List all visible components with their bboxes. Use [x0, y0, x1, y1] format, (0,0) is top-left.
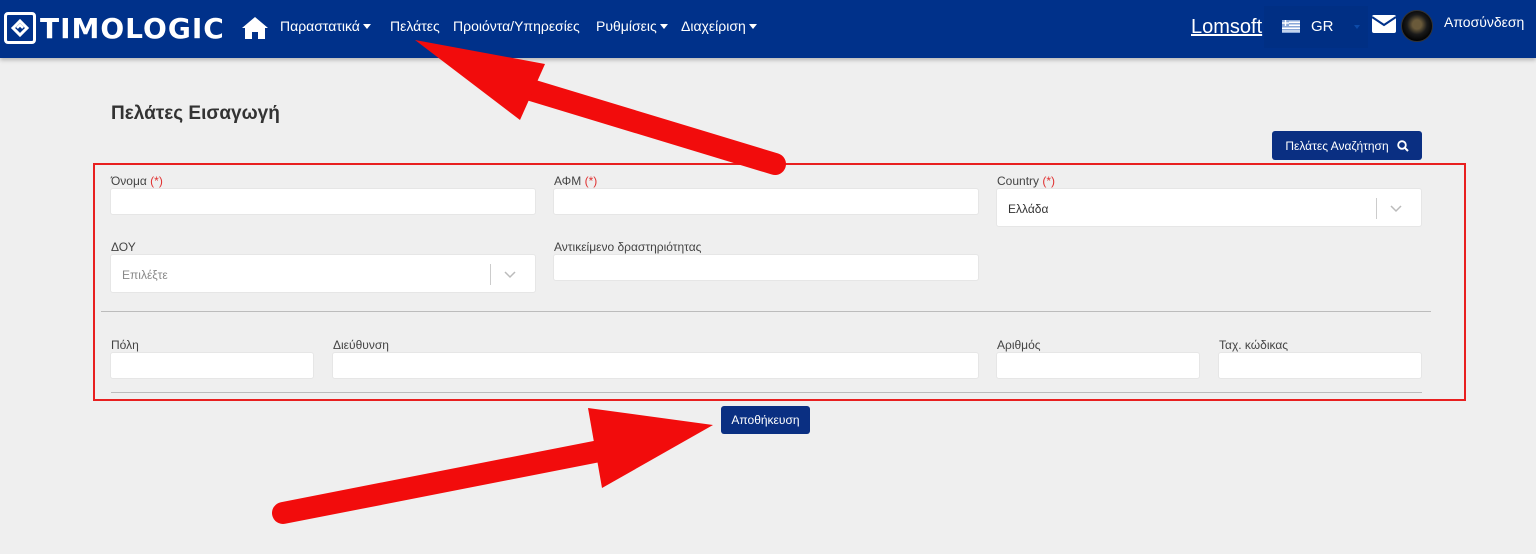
nav-pelates[interactable]: Πελάτες — [390, 18, 440, 34]
country-label: Country (*) — [997, 174, 1056, 188]
arrow-to-customers-menu — [415, 40, 786, 175]
save-button[interactable]: Αποθήκευση — [721, 406, 810, 434]
activity-label: Αντικείμενο δραστηριότητας — [554, 240, 702, 254]
customers-search-button-label: Πελάτες Αναζήτηση — [1285, 138, 1389, 153]
logout-link[interactable]: Αποσύνδεση — [1444, 14, 1524, 30]
caret-down-icon — [362, 23, 371, 29]
afm-input[interactable] — [553, 188, 979, 215]
chevron-down-icon — [504, 271, 516, 279]
nav-parastatika-label: Παραστατικά — [280, 18, 360, 34]
save-button-label: Αποθήκευση — [731, 413, 800, 427]
required-marker: (*) — [1042, 174, 1056, 188]
section-divider — [101, 311, 1431, 312]
activity-input[interactable] — [553, 254, 979, 281]
doy-label: ΔΟΥ — [111, 240, 136, 254]
address-label: Διεύθυνση — [333, 338, 389, 352]
postal-code-input[interactable] — [1218, 352, 1422, 379]
arrow-to-save-button — [272, 408, 713, 524]
caret-down-icon — [748, 23, 757, 29]
doy-placeholder: Επιλέξτε — [122, 268, 168, 282]
country-selected-value: Ελλάδα — [1008, 202, 1049, 216]
nav-rythmiseis[interactable]: Ρυθμίσεις — [596, 18, 668, 34]
brand[interactable]: TIMOLOGIC — [4, 11, 225, 45]
mail-icon[interactable] — [1371, 14, 1397, 34]
required-marker: (*) — [584, 174, 598, 188]
nav-proionta-label: Προιόντα/Υπηρεσίες — [453, 18, 580, 34]
number-label: Αριθμός — [997, 338, 1041, 352]
customers-search-button[interactable]: Πελάτες Αναζήτηση — [1272, 131, 1422, 160]
greek-flag-icon — [1282, 20, 1300, 33]
section-divider — [111, 392, 1422, 393]
brand-name: TIMOLOGIC — [40, 11, 225, 45]
city-input[interactable] — [110, 352, 314, 379]
nav-rythmiseis-label: Ρυθμίσεις — [596, 18, 657, 34]
name-label: Όνομα (*) — [111, 174, 163, 188]
user-avatar[interactable] — [1401, 10, 1433, 42]
caret-down-icon — [1354, 25, 1360, 29]
top-navbar: TIMOLOGIC Παραστατικά Πελάτες Προιόντα/Υ… — [0, 0, 1536, 58]
select-separator — [490, 264, 491, 285]
nav-pelates-label: Πελάτες — [390, 18, 440, 34]
company-link[interactable]: Lomsoft — [1191, 16, 1262, 39]
nav-proionta[interactable]: Προιόντα/Υπηρεσίες — [453, 18, 580, 34]
postal-code-label: Ταχ. κώδικας — [1219, 338, 1289, 352]
required-marker: (*) — [150, 174, 163, 188]
nav-diaxeirisi-label: Διαχείριση — [681, 18, 746, 34]
nav-parastatika[interactable]: Παραστατικά — [280, 18, 371, 34]
name-input[interactable] — [110, 188, 536, 215]
search-icon — [1396, 139, 1409, 152]
chevron-down-icon — [1390, 205, 1402, 213]
afm-label: ΑΦΜ (*) — [554, 174, 598, 188]
select-separator — [1376, 198, 1377, 219]
timologic-logo-icon — [4, 12, 36, 44]
language-selector[interactable]: GR — [1264, 6, 1368, 48]
caret-down-icon — [659, 23, 668, 29]
number-input[interactable] — [996, 352, 1200, 379]
page-title: Πελάτες Εισαγωγή — [111, 103, 280, 124]
home-icon[interactable] — [241, 15, 269, 41]
language-code: GR — [1311, 18, 1334, 35]
nav-diaxeirisi[interactable]: Διαχείριση — [681, 18, 757, 34]
country-select[interactable]: Ελλάδα — [996, 188, 1422, 227]
doy-select[interactable]: Επιλέξτε — [110, 254, 536, 293]
city-label: Πόλη — [111, 338, 139, 352]
address-input[interactable] — [332, 352, 979, 379]
